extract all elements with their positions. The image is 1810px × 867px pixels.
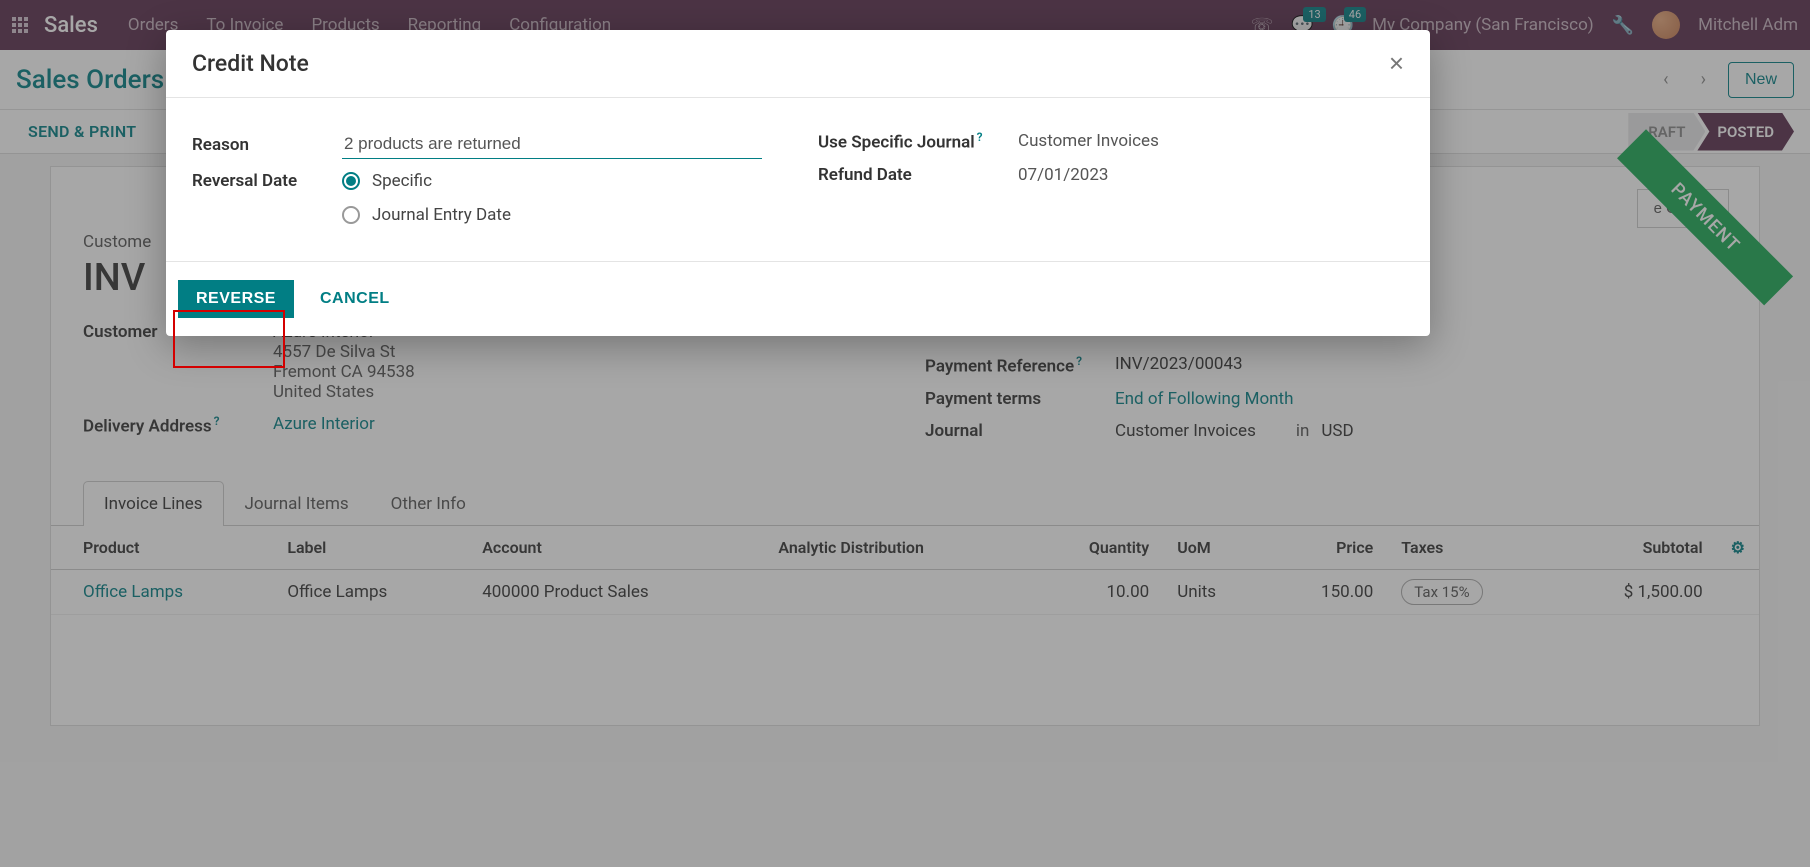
- use-journal-label: Use Specific Journal?: [818, 130, 1018, 153]
- use-journal-value[interactable]: Customer Invoices: [1018, 131, 1159, 151]
- refund-date-value[interactable]: 07/01/2023: [1018, 165, 1108, 185]
- refund-date-label: Refund Date: [818, 165, 1018, 185]
- reason-input[interactable]: [342, 130, 762, 159]
- cancel-button[interactable]: CANCEL: [306, 280, 404, 318]
- radio-specific[interactable]: Specific: [342, 171, 511, 191]
- radio-journal-entry-date[interactable]: Journal Entry Date: [342, 205, 511, 225]
- close-icon[interactable]: ×: [1389, 48, 1404, 79]
- modal-title: Credit Note: [192, 50, 309, 77]
- radio-icon[interactable]: [342, 206, 360, 224]
- reversal-date-label: Reversal Date: [192, 171, 342, 191]
- reverse-button[interactable]: REVERSE: [178, 280, 294, 318]
- radio-icon[interactable]: [342, 172, 360, 190]
- credit-note-modal: Credit Note × Reason Reversal Date Speci…: [166, 30, 1430, 336]
- help-icon[interactable]: ?: [977, 130, 983, 144]
- reason-label: Reason: [192, 135, 342, 155]
